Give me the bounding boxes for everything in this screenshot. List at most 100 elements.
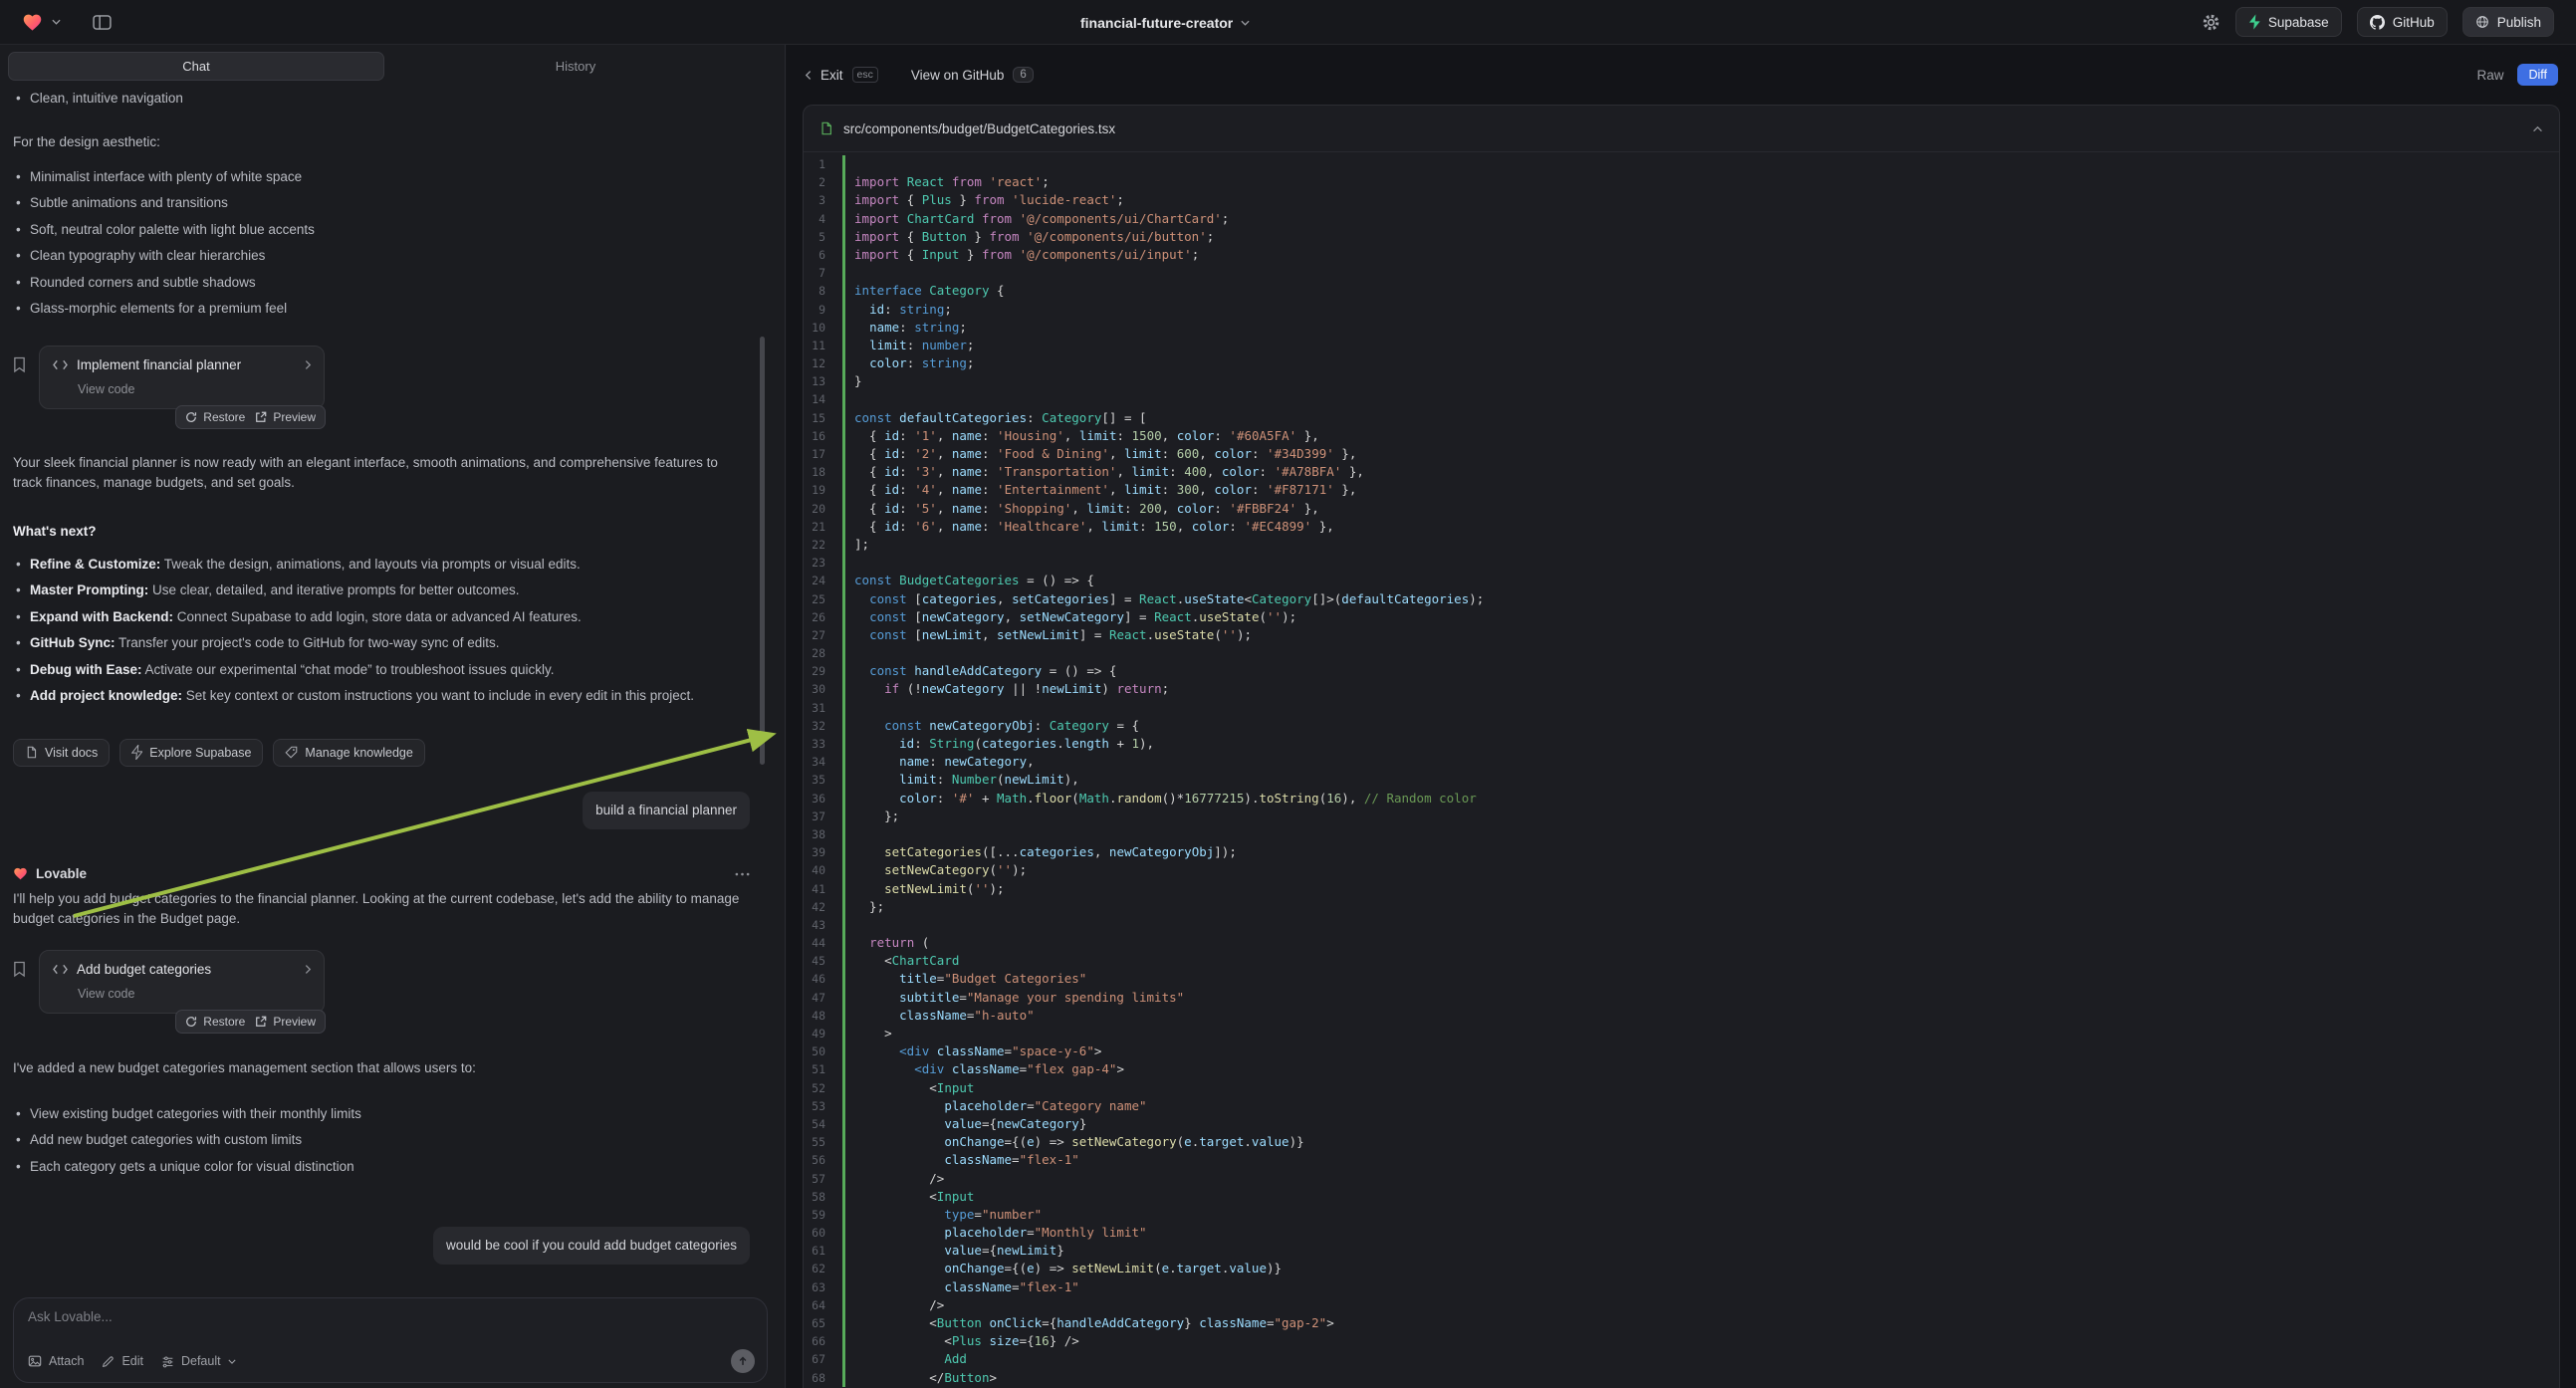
chevron-left-icon[interactable] bbox=[805, 70, 812, 81]
chat-input[interactable] bbox=[28, 1309, 726, 1324]
toggle-sidebar-icon[interactable] bbox=[93, 15, 112, 30]
collapse-file-icon[interactable] bbox=[2532, 125, 2543, 132]
line-number: 49 bbox=[804, 1025, 831, 1042]
code-line: 49 > bbox=[804, 1025, 2559, 1042]
github-button[interactable]: GitHub bbox=[2357, 7, 2448, 37]
code-text bbox=[845, 554, 854, 572]
code-line: 3import { Plus } from 'lucide-react'; bbox=[804, 191, 2559, 209]
code-text: import { Plus } from 'lucide-react'; bbox=[845, 191, 1124, 209]
code-text: limit: Number(newLimit), bbox=[845, 771, 1079, 789]
message-options-icon[interactable] bbox=[735, 872, 750, 876]
code-line: 65 <Button onClick={handleAddCategory} c… bbox=[804, 1314, 2559, 1332]
explore-supabase-button[interactable]: Explore Supabase bbox=[119, 739, 263, 767]
code-line: 30 if (!newCategory || !newLimit) return… bbox=[804, 680, 2559, 698]
tag-icon bbox=[285, 746, 298, 759]
line-number: 28 bbox=[804, 644, 831, 662]
preview-button[interactable]: Preview bbox=[255, 1015, 316, 1029]
line-number: 12 bbox=[804, 354, 831, 372]
whats-next-item: Debug with Ease: Activate our experiment… bbox=[13, 660, 750, 680]
logo-menu-chevron-icon[interactable] bbox=[52, 19, 61, 25]
code-line: 42 }; bbox=[804, 898, 2559, 916]
code-line: 1 bbox=[804, 155, 2559, 173]
line-number: 25 bbox=[804, 590, 831, 608]
attach-button[interactable]: Attach bbox=[28, 1354, 84, 1368]
esc-key-badge: esc bbox=[852, 67, 878, 83]
code-text: const newCategoryObj: Category = { bbox=[845, 717, 1139, 735]
lovable-logo-icon[interactable] bbox=[22, 12, 43, 33]
bookmark-icon[interactable] bbox=[13, 356, 26, 373]
settings-gear-icon[interactable] bbox=[2202, 13, 2221, 32]
code-line: 38 bbox=[804, 825, 2559, 843]
bookmark-icon[interactable] bbox=[13, 961, 26, 978]
code-line: 10 name: string; bbox=[804, 319, 2559, 337]
line-number: 20 bbox=[804, 500, 831, 518]
restore-button[interactable]: Restore bbox=[185, 410, 245, 424]
assistant-name: Lovable bbox=[36, 864, 87, 884]
code-text: const handleAddCategory = () => { bbox=[845, 662, 1116, 680]
code-text: /> bbox=[845, 1170, 944, 1188]
code-line: 59 type="number" bbox=[804, 1206, 2559, 1224]
code-viewer[interactable]: 12import React from 'react';3import { Pl… bbox=[804, 152, 2559, 1388]
code-line: 31 bbox=[804, 699, 2559, 717]
publish-button[interactable]: Publish bbox=[2462, 7, 2554, 37]
bullet-item: Subtle animations and transitions bbox=[13, 193, 750, 213]
visit-docs-button[interactable]: Visit docs bbox=[13, 739, 110, 767]
restore-button[interactable]: Restore bbox=[185, 1015, 245, 1029]
raw-toggle[interactable]: Raw bbox=[2476, 68, 2503, 83]
line-number: 17 bbox=[804, 445, 831, 463]
restore-label: Restore bbox=[203, 410, 245, 424]
line-number: 59 bbox=[804, 1206, 831, 1224]
send-button[interactable] bbox=[731, 1349, 755, 1373]
code-text: interface Category { bbox=[845, 282, 1005, 300]
code-line: 23 bbox=[804, 554, 2559, 572]
file-header[interactable]: src/components/budget/BudgetCategories.t… bbox=[804, 106, 2559, 152]
user-message: build a financial planner bbox=[583, 792, 750, 829]
line-number: 36 bbox=[804, 790, 831, 808]
code-line: 17 { id: '2', name: 'Food & Dining', lim… bbox=[804, 445, 2559, 463]
line-number: 50 bbox=[804, 1042, 831, 1060]
line-number: 54 bbox=[804, 1115, 831, 1133]
whats-next-heading: What's next? bbox=[13, 522, 750, 542]
code-text: const [categories, setCategories] = Reac… bbox=[845, 590, 1484, 608]
code-line: 52 <Input bbox=[804, 1079, 2559, 1097]
chat-scrollbar-thumb[interactable] bbox=[760, 337, 765, 765]
quick-actions: Visit docs Explore Supabase Manage knowl… bbox=[13, 739, 750, 767]
code-text: <Input bbox=[845, 1079, 974, 1097]
bullet-item: Each category gets a unique color for vi… bbox=[13, 1157, 750, 1177]
tab-chat[interactable]: Chat bbox=[8, 52, 384, 81]
code-text: <div className="space-y-6"> bbox=[845, 1042, 1101, 1060]
restore-label: Restore bbox=[203, 1015, 245, 1029]
project-chevron-icon bbox=[1241, 20, 1250, 26]
view-code-link[interactable]: View code bbox=[78, 984, 312, 1004]
code-text: import { Button } from '@/components/ui/… bbox=[845, 228, 1214, 246]
code-text: if (!newCategory || !newLimit) return; bbox=[845, 680, 1169, 698]
code-line: 33 id: String(categories.length + 1), bbox=[804, 735, 2559, 753]
code-action-card[interactable]: Implement financial planner View code Re… bbox=[39, 346, 325, 409]
view-code-link[interactable]: View code bbox=[78, 379, 312, 399]
code-line: 9 id: string; bbox=[804, 301, 2559, 319]
line-number: 31 bbox=[804, 699, 831, 717]
code-line: 45 <ChartCard bbox=[804, 952, 2559, 970]
code-text: setCategories([...categories, newCategor… bbox=[845, 843, 1237, 861]
mode-selector[interactable]: Default bbox=[161, 1354, 236, 1368]
diff-toggle[interactable]: Diff bbox=[2517, 64, 2558, 86]
code-icon bbox=[52, 358, 69, 371]
code-line: 16 { id: '1', name: 'Housing', limit: 15… bbox=[804, 427, 2559, 445]
manage-knowledge-button[interactable]: Manage knowledge bbox=[273, 739, 424, 767]
code-action-card[interactable]: Add budget categories View code Restore … bbox=[39, 950, 325, 1014]
preview-button[interactable]: Preview bbox=[255, 410, 316, 424]
supabase-button[interactable]: Supabase bbox=[2235, 7, 2342, 37]
line-number: 8 bbox=[804, 282, 831, 300]
project-switcher[interactable]: financial-future-creator bbox=[1080, 0, 1250, 45]
code-text: return ( bbox=[845, 934, 929, 952]
image-icon bbox=[28, 1354, 42, 1368]
code-line: 24const BudgetCategories = () => { bbox=[804, 572, 2559, 589]
exit-button[interactable]: Exit bbox=[820, 68, 843, 83]
tab-history[interactable]: History bbox=[388, 52, 763, 81]
card-toolbar: Restore Preview bbox=[175, 405, 326, 429]
line-number: 1 bbox=[804, 155, 831, 173]
edit-button[interactable]: Edit bbox=[102, 1354, 143, 1368]
view-on-github-link[interactable]: View on GitHub bbox=[911, 68, 1005, 83]
line-number: 21 bbox=[804, 518, 831, 536]
whats-next-list: Refine & Customize: Tweak the design, an… bbox=[13, 555, 750, 713]
